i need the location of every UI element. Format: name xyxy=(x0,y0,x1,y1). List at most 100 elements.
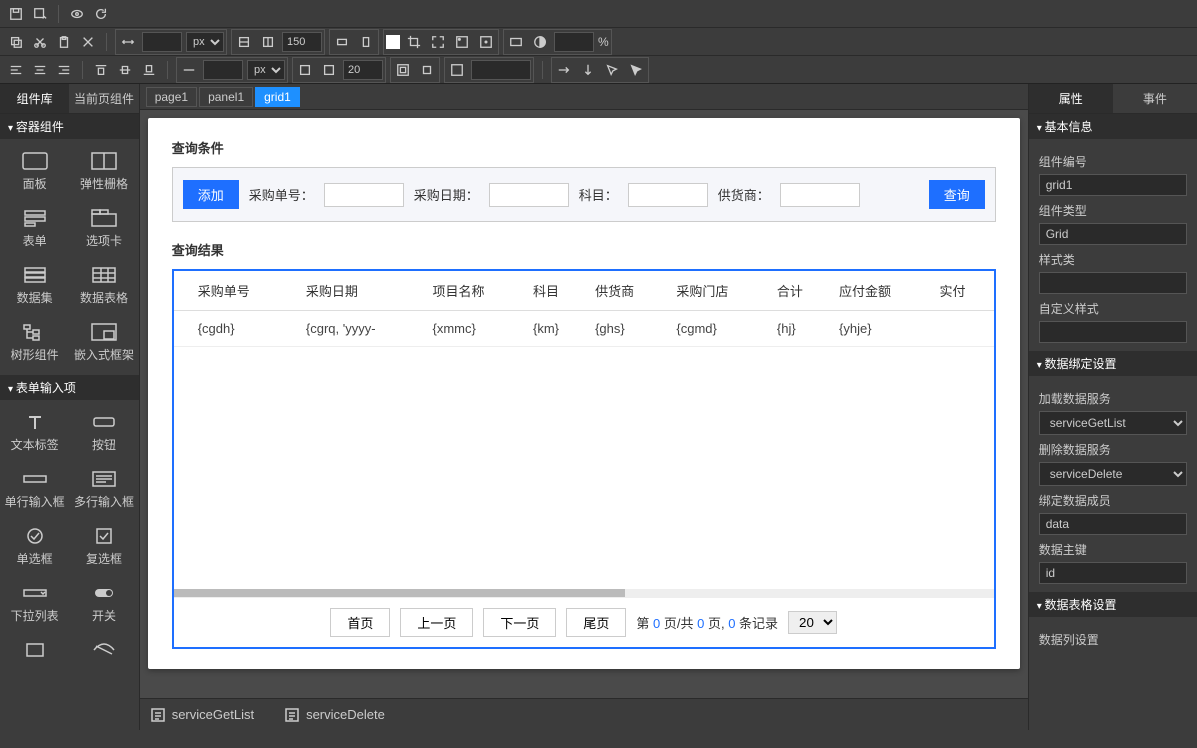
table-row[interactable]: {cgdh} {cgrq, 'yyyy- {xmmc} {km} {ghs} {… xyxy=(174,311,994,347)
align-left-icon[interactable] xyxy=(6,60,26,80)
comp-tabs[interactable]: 选项卡 xyxy=(69,200,138,257)
service-delete[interactable]: serviceDelete xyxy=(284,707,385,723)
field-input-3[interactable] xyxy=(780,183,860,207)
field-input-1[interactable] xyxy=(489,183,569,207)
search-button[interactable]: 查询 xyxy=(929,180,985,209)
pointer-h-icon[interactable] xyxy=(554,60,574,80)
input-bind-member[interactable] xyxy=(1039,513,1187,535)
tab-properties[interactable]: 属性 xyxy=(1029,84,1113,114)
comp-more1[interactable] xyxy=(0,632,69,672)
section-databind[interactable]: 数据绑定设置 xyxy=(1029,351,1197,376)
comp-panel[interactable]: 面板 xyxy=(0,143,69,200)
comp-input[interactable]: 单行输入框 xyxy=(0,461,69,518)
pointer-v-icon[interactable] xyxy=(578,60,598,80)
horizontal-scrollbar[interactable] xyxy=(174,589,994,597)
input-custom-style[interactable] xyxy=(1039,321,1187,343)
comp-textlabel[interactable]: 文本标签 xyxy=(0,404,69,461)
opacity-input[interactable] xyxy=(554,32,594,52)
contrast-icon[interactable] xyxy=(530,32,550,52)
input-comp-type[interactable] xyxy=(1039,223,1187,245)
section-form-inputs[interactable]: 表单输入项 xyxy=(0,375,139,400)
save-icon[interactable] xyxy=(6,4,26,24)
y-input[interactable] xyxy=(343,60,383,80)
save-dropdown-icon[interactable] xyxy=(30,4,50,24)
pager-size-select[interactable]: 20 xyxy=(788,611,837,634)
x-icon[interactable] xyxy=(179,60,199,80)
input-pk[interactable] xyxy=(1039,562,1187,584)
design-canvas[interactable]: 查询条件 添加 采购单号： 采购日期： 科目： 供货商： 查询 查询结果 xyxy=(148,118,1020,669)
comp-hidden[interactable] xyxy=(69,632,138,672)
comp-iframe[interactable]: 嵌入式框架 xyxy=(69,314,138,371)
pager-first[interactable]: 首页 xyxy=(330,608,390,637)
tab-page-components[interactable]: 当前页组件 xyxy=(69,84,138,114)
border-style-icon[interactable] xyxy=(447,60,467,80)
section-container[interactable]: 容器组件 xyxy=(0,114,139,139)
crumb-panel1[interactable]: panel1 xyxy=(199,87,253,107)
bg-pos-icon[interactable] xyxy=(452,32,472,52)
padding-icon[interactable] xyxy=(393,60,413,80)
input-comp-id[interactable] xyxy=(1039,174,1187,196)
select-load-svc[interactable]: serviceGetList xyxy=(1039,411,1187,435)
x-input[interactable] xyxy=(203,60,243,80)
x-unit[interactable]: px xyxy=(247,60,285,80)
comp-datatable[interactable]: 数据表格 xyxy=(69,257,138,314)
preview-icon[interactable] xyxy=(67,4,87,24)
right-panel: 属性 事件 基本信息 组件编号 组件类型 样式类 自定义样式 数据绑定设置 加载… xyxy=(1028,84,1197,730)
fill-icon[interactable] xyxy=(386,35,400,49)
height-input[interactable] xyxy=(282,32,322,52)
border-icon[interactable] xyxy=(506,32,526,52)
height-icon[interactable] xyxy=(258,32,278,52)
comp-button[interactable]: 按钮 xyxy=(69,404,138,461)
margin-icon[interactable] xyxy=(417,60,437,80)
comp-form[interactable]: 表单 xyxy=(0,200,69,257)
valign-bot-icon[interactable] xyxy=(139,60,159,80)
delete-icon[interactable] xyxy=(78,32,98,52)
comp-switch[interactable]: 开关 xyxy=(69,575,138,632)
pager-prev[interactable]: 上一页 xyxy=(400,608,473,637)
pager-next[interactable]: 下一页 xyxy=(483,608,556,637)
align-right-icon[interactable] xyxy=(54,60,74,80)
comp-tree[interactable]: 树形组件 xyxy=(0,314,69,371)
cursor2-icon[interactable] xyxy=(626,60,646,80)
field-input-0[interactable] xyxy=(324,183,404,207)
align-v-icon[interactable] xyxy=(356,32,376,52)
crumb-grid1[interactable]: grid1 xyxy=(255,87,300,107)
select-del-svc[interactable]: serviceDelete xyxy=(1039,462,1187,486)
comp-flex-grid[interactable]: 弹性栅格 xyxy=(69,143,138,200)
cut-icon[interactable] xyxy=(30,32,50,52)
section-grid-settings[interactable]: 数据表格设置 xyxy=(1029,592,1197,617)
crop-icon[interactable] xyxy=(404,32,424,52)
comp-checkbox[interactable]: 复选框 xyxy=(69,518,138,575)
comp-dataset[interactable]: 数据集 xyxy=(0,257,69,314)
y-icon[interactable] xyxy=(295,60,315,80)
expand-icon[interactable] xyxy=(428,32,448,52)
border-input[interactable] xyxy=(471,60,531,80)
comp-textarea[interactable]: 多行输入框 xyxy=(69,461,138,518)
y2-icon[interactable] xyxy=(319,60,339,80)
comp-radio[interactable]: 单选框 xyxy=(0,518,69,575)
copy-icon[interactable] xyxy=(6,32,26,52)
align-h-icon[interactable] xyxy=(332,32,352,52)
crumb-page1[interactable]: page1 xyxy=(146,87,197,107)
width-input[interactable] xyxy=(142,32,182,52)
tab-events[interactable]: 事件 xyxy=(1113,84,1197,114)
paste-icon[interactable] xyxy=(54,32,74,52)
width-icon[interactable] xyxy=(118,32,138,52)
valign-mid-icon[interactable] xyxy=(115,60,135,80)
align-center-icon[interactable] xyxy=(30,60,50,80)
cursor-icon[interactable] xyxy=(602,60,622,80)
input-style-class[interactable] xyxy=(1039,272,1187,294)
section-basic[interactable]: 基本信息 xyxy=(1029,114,1197,139)
bg-tile-icon[interactable] xyxy=(476,32,496,52)
valign-top-icon[interactable] xyxy=(91,60,111,80)
refresh-icon[interactable] xyxy=(91,4,111,24)
grid-component[interactable]: 采购单号 采购日期 项目名称 科目 供货商 采购门店 合计 应付金额 实付 xyxy=(172,269,996,649)
add-button[interactable]: 添加 xyxy=(183,180,239,209)
auto-width-icon[interactable] xyxy=(234,32,254,52)
service-getlist[interactable]: serviceGetList xyxy=(150,707,254,723)
field-input-2[interactable] xyxy=(628,183,708,207)
pager-last[interactable]: 尾页 xyxy=(566,608,626,637)
comp-select[interactable]: 下拉列表 xyxy=(0,575,69,632)
width-unit-select[interactable]: px xyxy=(186,32,224,52)
tab-component-lib[interactable]: 组件库 xyxy=(0,84,69,114)
